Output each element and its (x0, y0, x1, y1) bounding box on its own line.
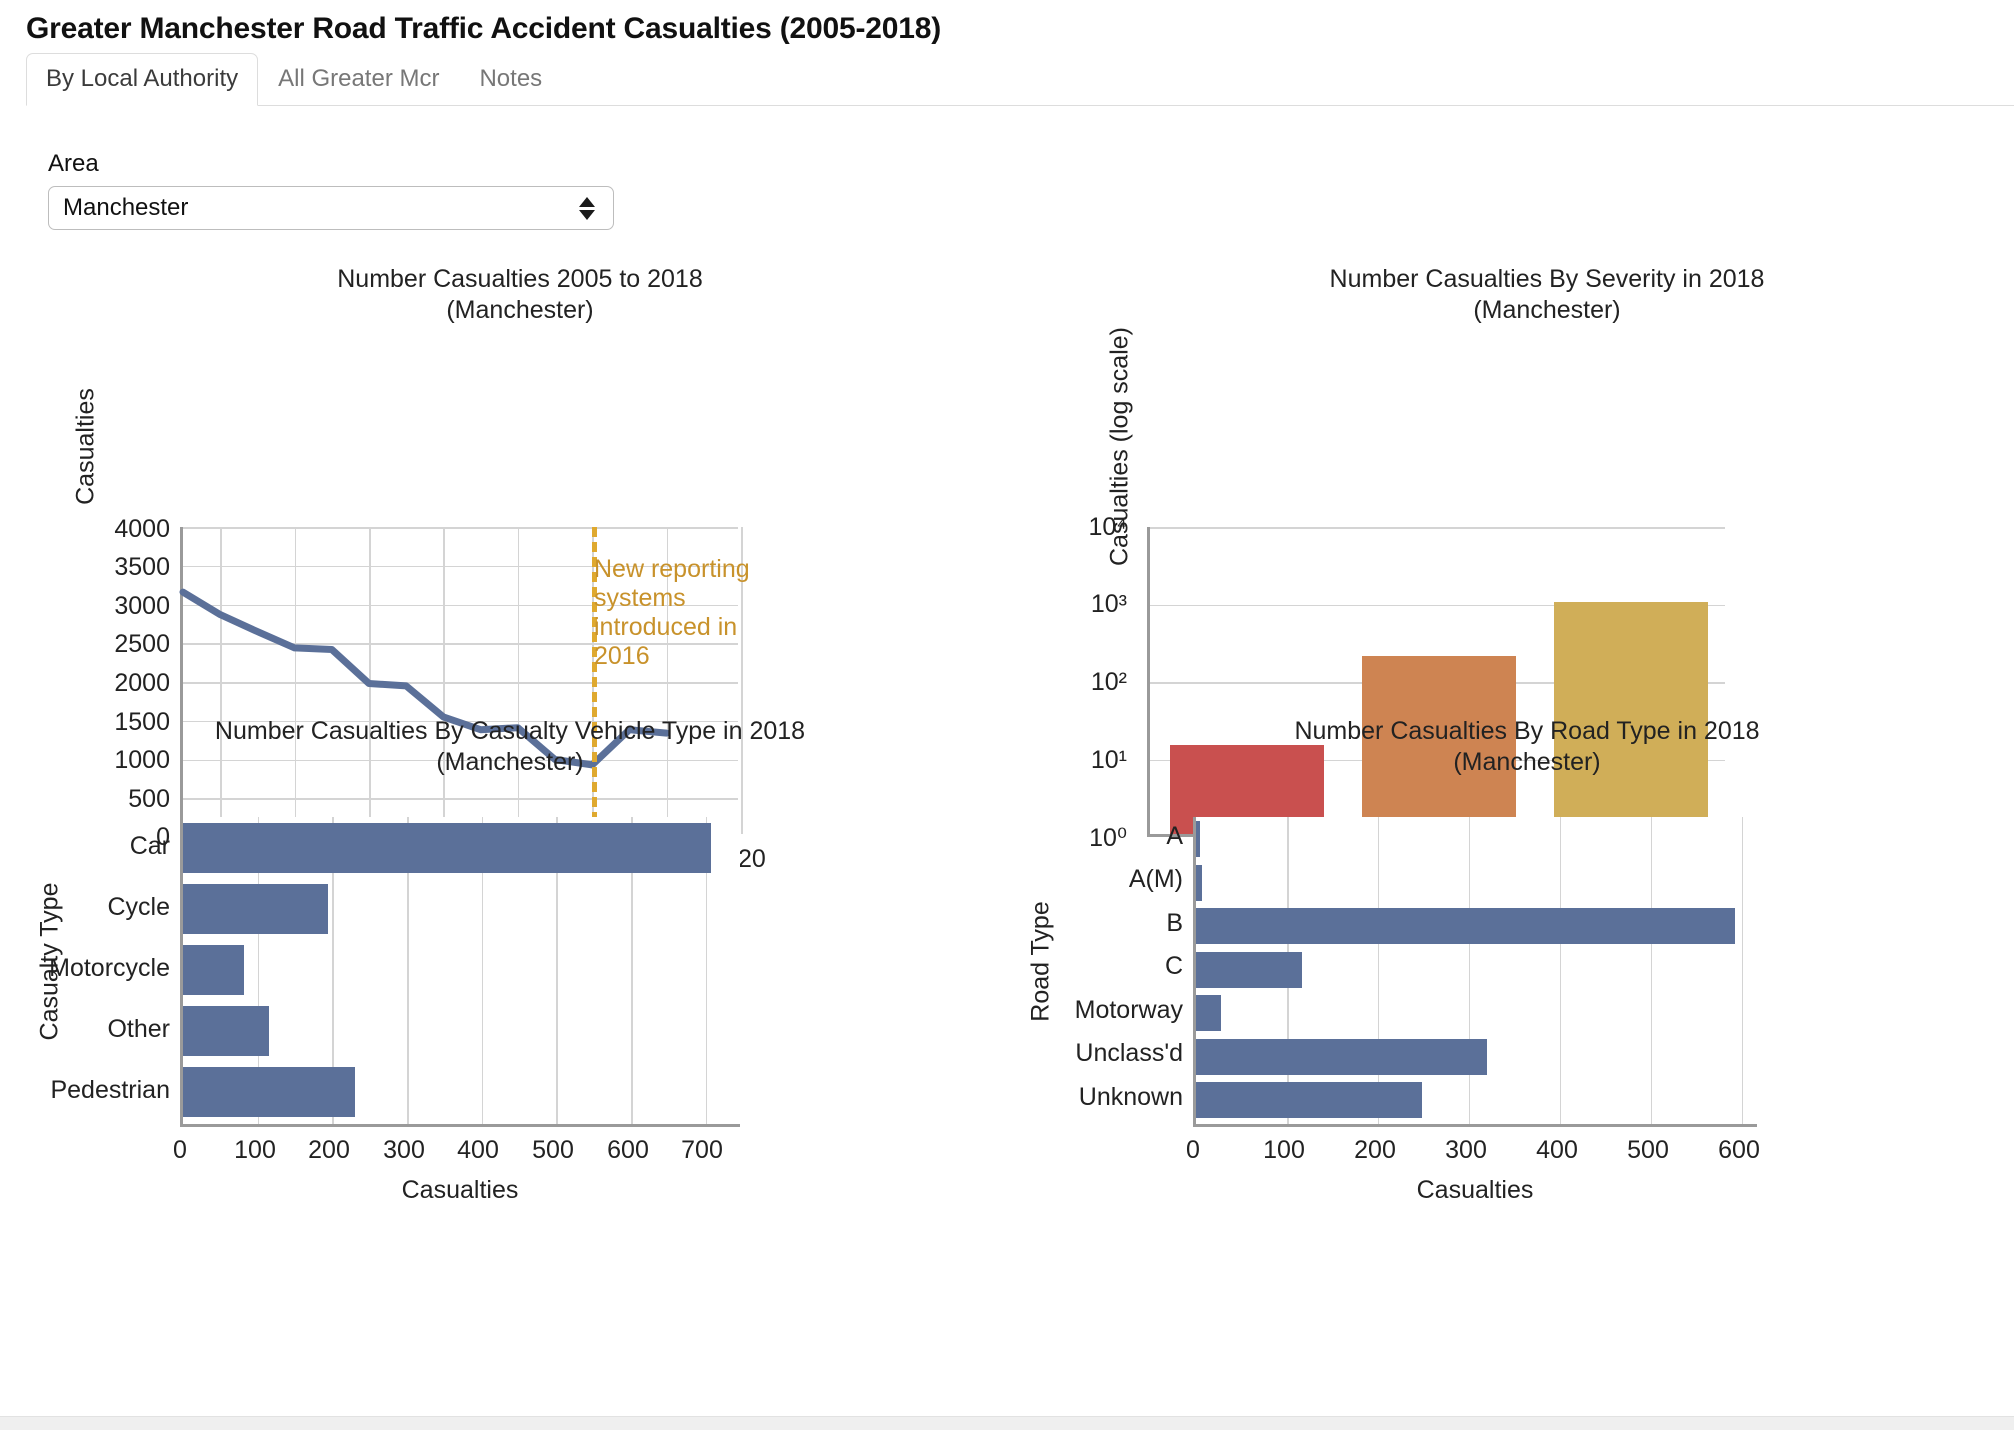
x-tick: 0 (1186, 1136, 1200, 1164)
x-tick: 300 (1445, 1136, 1487, 1164)
y-tick: 4000 (114, 515, 170, 543)
y-tick: A(M) (1128, 865, 1183, 893)
y-tick: B (1166, 909, 1183, 937)
bar-b (1196, 908, 1735, 944)
y-tick: Cycle (107, 893, 170, 921)
chart-casualties-by-road-type: Number Casualties By Road Type in 2018 (… (1007, 712, 2014, 1204)
y-tick: Pedestrian (50, 1076, 170, 1104)
y-tick: 2000 (114, 669, 170, 697)
y-tick: 3500 (114, 553, 170, 581)
chart-casualties-over-time: Number Casualties 2005 to 2018 (Manchest… (0, 252, 1007, 873)
chart-title: Number Casualties By Road Type in 2018 (… (1294, 717, 1760, 776)
y-tick: 10³ (1090, 590, 1127, 618)
y-tick: Other (107, 1015, 170, 1043)
area-select-wrapper: Manchester (48, 186, 614, 230)
y-tick: Motorway (1074, 996, 1183, 1024)
bar-cycle (183, 884, 328, 934)
bar-a-m (1196, 865, 1202, 901)
bar-unknown (1196, 1082, 1422, 1118)
bar-c (1196, 952, 1303, 988)
controls-panel: Area Manchester (0, 106, 2014, 230)
bar-motorway (1196, 995, 1221, 1031)
x-axis-label: Casualties (401, 1176, 519, 1204)
bar-motorcycle (183, 945, 245, 995)
y-tick: 10⁴ (1088, 513, 1127, 541)
y-tick: A (1166, 822, 1183, 850)
chart-title: Number Casualties By Severity in 2018 (M… (1329, 265, 1765, 324)
chart-casualties-by-vehicle-type: Number Casualties By Casualty Vehicle Ty… (0, 712, 1007, 1204)
y-tick: Car (129, 832, 170, 860)
chart-casualties-by-severity: Number Casualties By Severity in 2018 (M… (1007, 252, 2014, 873)
area-select[interactable]: Manchester (48, 186, 614, 230)
annotation-text: New reporting systems introduced in 2016 (594, 555, 750, 670)
chart-row-bottom: Number Casualties By Casualty Vehicle Ty… (0, 712, 2014, 1204)
bar-pedestrian (183, 1067, 355, 1117)
y-tick: Motorcycle (49, 954, 170, 982)
chart-title: Number Casualties By Casualty Vehicle Ty… (214, 717, 806, 776)
y-tick: 2500 (114, 630, 170, 658)
x-tick: 100 (1263, 1136, 1305, 1164)
bar-a (1196, 821, 1200, 857)
page-title: Greater Manchester Road Traffic Accident… (26, 12, 941, 45)
bar-car (183, 823, 711, 873)
y-tick: Unclass'd (1075, 1039, 1183, 1067)
x-tick: 600 (1718, 1136, 1760, 1164)
charts-container: Number Casualties 2005 to 2018 (Manchest… (0, 252, 2014, 1204)
tab-by-local-authority[interactable]: By Local Authority (26, 53, 259, 106)
y-axis-label: Casualties (71, 388, 100, 505)
x-axis-label: Casualties (1416, 1176, 1534, 1204)
area-label: Area (48, 150, 99, 177)
plot-area (1193, 817, 1757, 1127)
x-tick: 400 (1536, 1136, 1578, 1164)
chart-row-top: Number Casualties 2005 to 2018 (Manchest… (0, 252, 2014, 873)
bar-other (183, 1006, 269, 1056)
y-tick: 3000 (114, 592, 170, 620)
bar-unclassd (1196, 1039, 1488, 1075)
page-bottom-strip (0, 1416, 2014, 1430)
plot-area (180, 817, 740, 1127)
tab-all-greater-mcr[interactable]: All Greater Mcr (258, 53, 459, 106)
y-tick: C (1164, 952, 1183, 980)
x-tick: 500 (1627, 1136, 1669, 1164)
chart-title: Number Casualties 2005 to 2018 (Manchest… (337, 265, 703, 324)
y-axis-label: Casualties (log scale) (1105, 327, 1134, 566)
y-tick: 10² (1090, 668, 1127, 696)
x-tick: 700 (681, 1136, 723, 1164)
tab-notes[interactable]: Notes (459, 53, 562, 106)
tab-bar: By Local Authority All Greater Mcr Notes (26, 52, 2014, 106)
x-tick: 200 (1354, 1136, 1396, 1164)
y-tick: Unknown (1078, 1083, 1183, 1111)
